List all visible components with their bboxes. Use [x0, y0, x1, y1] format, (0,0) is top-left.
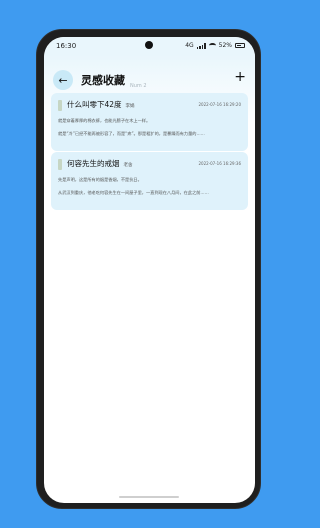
tag-marker — [58, 100, 62, 111]
card-author: 李娟 — [125, 104, 135, 109]
status-time: 16:30 — [56, 42, 77, 50]
card-date: 2022-07-16 16:29:20 — [198, 102, 241, 107]
plus-icon: + — [234, 69, 246, 85]
front-camera — [145, 41, 153, 49]
add-button[interactable]: + — [234, 70, 246, 84]
card-author: 老舍 — [123, 163, 133, 168]
wifi-icon — [208, 43, 216, 48]
arrow-left-icon: ← — [58, 73, 68, 87]
card-title: 什么叫零下42度 — [67, 100, 122, 109]
card-title: 何容先生的戒烟 — [67, 159, 120, 168]
status-icons: 4G 52% — [185, 42, 245, 49]
list-item[interactable]: 何容先生的戒烟 老舍 2022-07-16 16:29:36 先是声明，这是所有… — [51, 152, 248, 210]
battery-percent: 52% — [218, 42, 232, 49]
card-date: 2022-07-16 16:29:36 — [198, 161, 241, 166]
page-title: 灵感收藏 — [81, 74, 125, 87]
card-excerpt: 先是声明，这是所有的烟是香烟，不是抗日。 — [58, 177, 142, 182]
status-bar: 16:30 4G 52% — [44, 37, 255, 55]
card-excerpt: 就是“冷”已经不能再被形容了，而是“疼”。那是粗犷的，是暴躁而有力量的…… — [58, 131, 205, 136]
tag-marker — [58, 159, 62, 170]
network-label: 4G — [185, 42, 194, 49]
phone-frame: 16:30 4G 52% ← 灵感收藏 Num 2 + 什么叫零下42度 李娟 … — [36, 29, 261, 509]
item-count: Num 2 — [130, 83, 147, 89]
card-header: 什么叫零下42度 李娟 2022-07-16 16:29:20 — [58, 99, 241, 112]
card-excerpt: 从武汉到重庆，他老吃何容先生在一间屋子里，一直到现在八月间，在此之前…… — [58, 190, 209, 195]
battery-icon — [235, 43, 245, 48]
screen: 16:30 4G 52% ← 灵感收藏 Num 2 + 什么叫零下42度 李娟 … — [44, 37, 255, 503]
list-item[interactable]: 什么叫零下42度 李娟 2022-07-16 16:29:20 就是穿着厚厚的棉… — [51, 93, 248, 151]
back-button[interactable]: ← — [53, 70, 73, 90]
card-header: 何容先生的戒烟 老舍 2022-07-16 16:29:36 — [58, 158, 241, 171]
home-indicator — [119, 496, 179, 498]
signal-icon — [196, 42, 206, 49]
card-excerpt: 就是穿着厚厚的棉衣裤，也能光膀子在木上一样。 — [58, 118, 151, 123]
